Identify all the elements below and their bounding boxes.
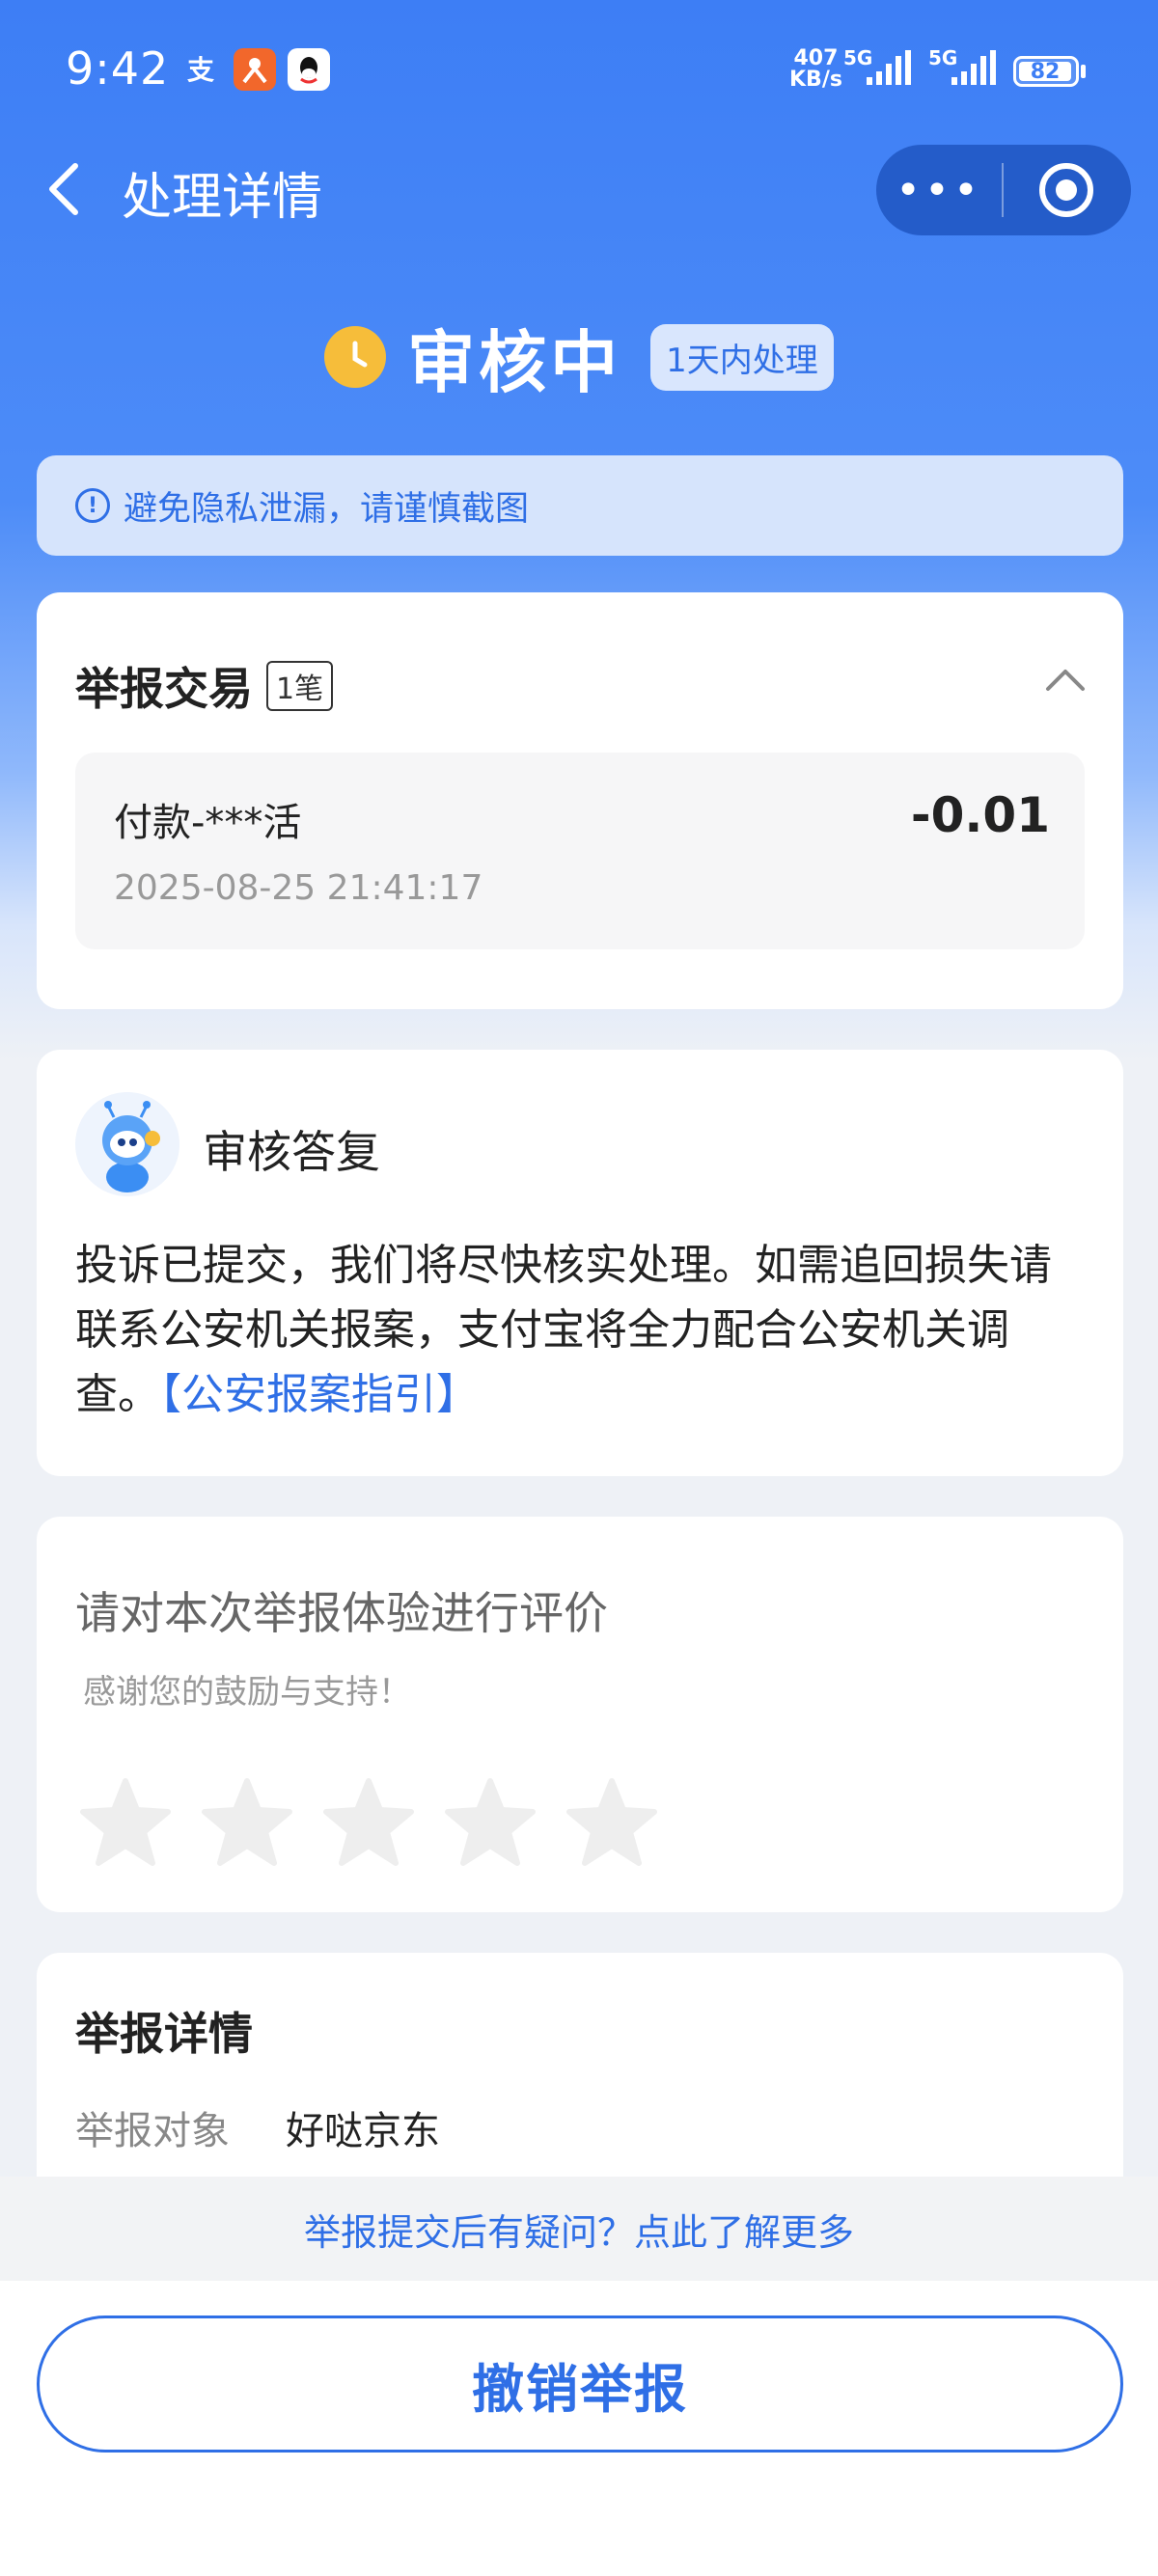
cancel-report-button[interactable]: 撤销举报	[37, 2316, 1123, 2453]
rating-title: 请对本次举报体验进行评价	[75, 1587, 608, 1639]
signal-5g-icon: 5G	[843, 46, 921, 89]
privacy-banner-text: 避免隐私泄漏，请谨慎截图	[124, 489, 530, 529]
report-details-title: 举报详情	[75, 2008, 253, 2060]
rating-subtitle: 感谢您的鼓励与支持！	[83, 1673, 411, 1712]
star-icon[interactable]	[75, 1773, 176, 1874]
report-transaction-title: 举报交易	[75, 663, 253, 715]
police-report-guide-link[interactable]: 【公安报案指引】	[160, 1370, 479, 1419]
info-icon: !	[75, 488, 110, 523]
help-link[interactable]: 举报提交后有疑问？点此了解更多	[304, 2203, 854, 2256]
star-icon[interactable]	[197, 1773, 297, 1874]
star-icon[interactable]	[562, 1773, 662, 1874]
bottom-action-area: 撤销举报	[0, 2281, 1158, 2576]
status-bar: 9:42 支 407 KB/s 5G 5G 82	[0, 0, 1158, 135]
robot-mascot-avatar	[75, 1092, 179, 1196]
taobao-icon	[234, 48, 276, 91]
processing-time-badge: 1天内处理	[650, 323, 834, 391]
star-rating	[75, 1773, 683, 1874]
status-time: 9:42	[66, 42, 170, 95]
clock-icon	[324, 326, 387, 388]
mini-program-capsule: •••	[876, 145, 1131, 235]
more-button[interactable]: •••	[876, 145, 1002, 235]
transaction-name: 付款-***活	[114, 801, 302, 845]
more-dots-icon: •••	[896, 165, 982, 215]
privacy-banner: ! 避免隐私泄漏，请谨慎截图	[37, 455, 1123, 556]
close-mini-program-button[interactable]	[1004, 145, 1129, 235]
report-target-value: 好哒京东	[286, 2109, 440, 2153]
battery-tip	[1081, 65, 1086, 78]
review-reply-title: 审核答复	[203, 1126, 380, 1178]
report-target-label: 举报对象	[75, 2109, 230, 2153]
review-status-heading: 审核中 1天内处理	[0, 309, 1158, 405]
transaction-item[interactable]: 付款-***活 -0.01 2025-08-25 21:41:17	[75, 753, 1085, 949]
battery-icon: 82	[1013, 56, 1079, 87]
review-status-label: 审核中	[407, 322, 622, 402]
report-transaction-card: 举报交易 1笔 付款-***活 -0.01 2025-08-25 21:41:1…	[37, 592, 1123, 1009]
qq-icon	[288, 48, 330, 91]
help-bar: 举报提交后有疑问？点此了解更多	[0, 2177, 1158, 2281]
star-icon[interactable]	[440, 1773, 540, 1874]
target-circle-icon	[1039, 163, 1093, 217]
svg-text:支: 支	[187, 54, 214, 86]
network-speed: 407 KB/s	[789, 46, 842, 92]
transaction-count-badge: 1笔	[266, 661, 334, 711]
rating-card: 请对本次举报体验进行评价 感谢您的鼓励与支持！	[37, 1517, 1123, 1912]
battery-level: 82	[1030, 59, 1061, 84]
chevron-up-icon[interactable]	[1044, 660, 1087, 702]
review-reply-card: 审核答复 投诉已提交，我们将尽快核实处理。如需追回损失请联系公安机关报案，支付宝…	[37, 1050, 1123, 1476]
signal-5g-icon-2: 5G	[928, 46, 1006, 89]
star-icon[interactable]	[318, 1773, 419, 1874]
alipay-icon: 支	[179, 48, 222, 91]
review-reply-body: 投诉已提交，我们将尽快核实处理。如需追回损失请联系公安机关报案，支付宝将全力配合…	[75, 1233, 1089, 1427]
transaction-amount: -0.01	[910, 787, 1050, 843]
transaction-datetime: 2025-08-25 21:41:17	[114, 868, 483, 908]
back-arrow-icon[interactable]	[39, 160, 96, 218]
page-title: 处理详情	[122, 169, 323, 227]
